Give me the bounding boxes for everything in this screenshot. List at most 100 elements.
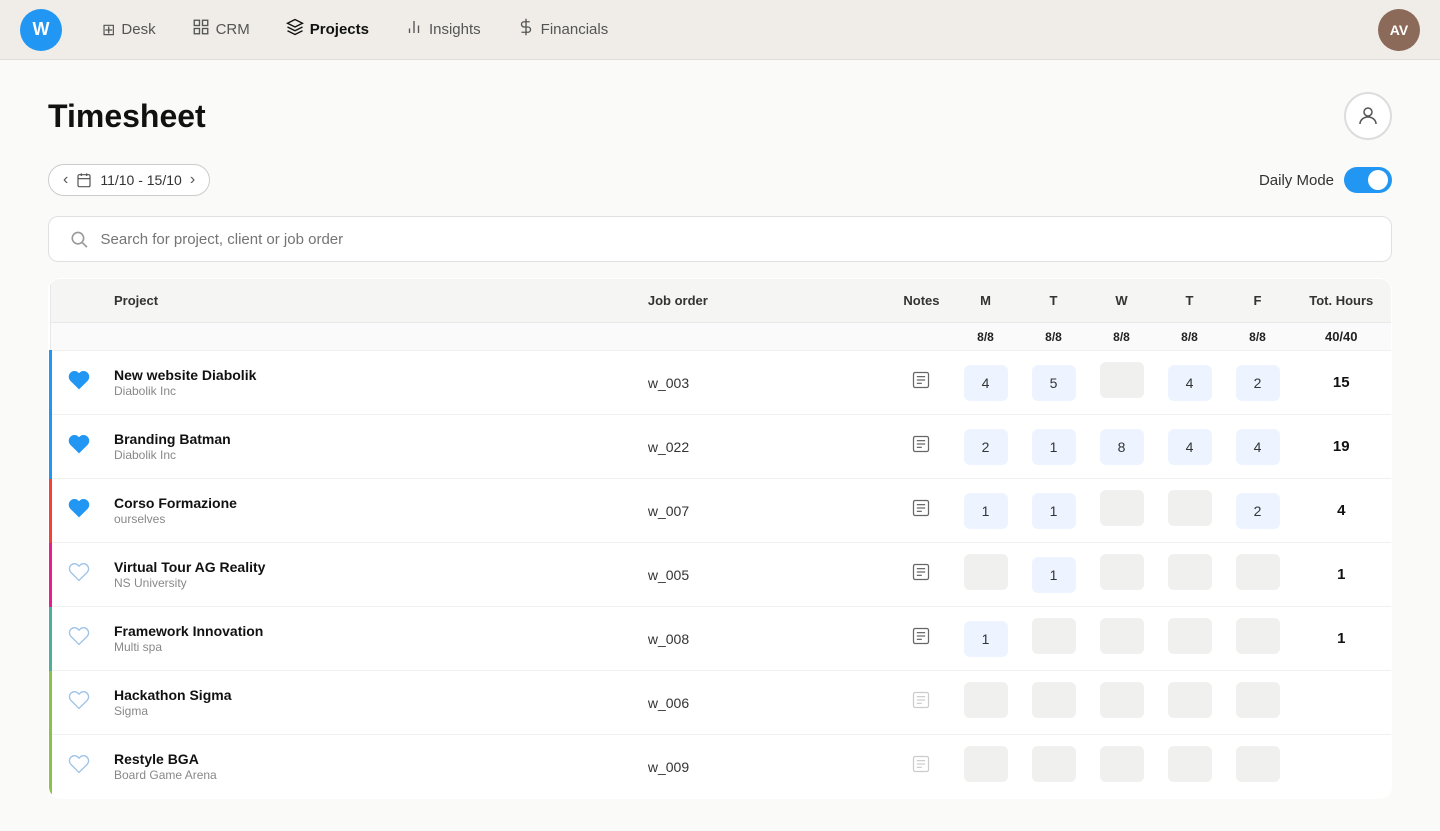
notes-cell[interactable] <box>891 735 951 799</box>
nav-insights[interactable]: Insights <box>389 10 497 49</box>
favorite-cell[interactable] <box>56 543 102 607</box>
nav-financials[interactable]: Financials <box>501 10 625 49</box>
nav-projects[interactable]: Projects <box>270 10 385 49</box>
day-cell-m[interactable]: 1 <box>952 607 1020 671</box>
total-cell: 1 <box>1292 543 1392 607</box>
favorite-cell[interactable] <box>56 735 102 799</box>
favorite-cell[interactable] <box>56 671 102 735</box>
project-col-header: Project <box>102 279 636 323</box>
table-header-row: Project Job order Notes M T W T F Tot. H… <box>50 279 1392 323</box>
day-cell-th[interactable] <box>1156 607 1224 671</box>
projects-icon <box>286 18 304 41</box>
table-body: New website Diabolik Diabolik Inc w_003 … <box>50 351 1392 799</box>
page-header: Timesheet <box>48 92 1392 140</box>
m-hours-summary: 8/8 <box>952 323 1020 351</box>
day-cell-f[interactable] <box>1224 607 1292 671</box>
nav-crm[interactable]: CRM <box>176 10 266 49</box>
day-cell-m[interactable]: 1 <box>952 479 1020 543</box>
job-order-cell: w_008 <box>636 607 892 671</box>
project-cell: Branding Batman Diabolik Inc <box>102 415 636 479</box>
user-avatar[interactable]: AV <box>1378 9 1420 51</box>
page-title: Timesheet <box>48 98 206 135</box>
t1-col-header: T <box>1020 279 1088 323</box>
daily-mode-toggle[interactable] <box>1344 167 1392 193</box>
day-cell-m[interactable]: 2 <box>952 415 1020 479</box>
favorite-cell[interactable] <box>56 479 102 543</box>
project-cell: Framework Innovation Multi spa <box>102 607 636 671</box>
day-cell-t[interactable] <box>1020 671 1088 735</box>
user-button[interactable] <box>1344 92 1392 140</box>
day-cell-m[interactable]: 4 <box>952 351 1020 415</box>
day-cell-t[interactable]: 1 <box>1020 415 1088 479</box>
day-cell-th[interactable]: 4 <box>1156 415 1224 479</box>
date-controls: ‹ 11/10 - 15/10 › Daily Mode <box>48 164 1392 196</box>
nav-desk[interactable]: ⊞ Desk <box>86 12 172 48</box>
notes-cell[interactable] <box>891 415 951 479</box>
next-date-button[interactable]: › <box>190 171 195 189</box>
date-range-label: 11/10 - 15/10 <box>100 172 181 188</box>
notes-cell[interactable] <box>891 671 951 735</box>
day-cell-m[interactable] <box>952 735 1020 799</box>
day-cell-f[interactable] <box>1224 543 1292 607</box>
job-order-cell: w_022 <box>636 415 892 479</box>
user-icon <box>1356 104 1380 128</box>
day-cell-th[interactable] <box>1156 479 1224 543</box>
job-order-cell: w_007 <box>636 479 892 543</box>
total-col-header: Tot. Hours <box>1292 279 1392 323</box>
app-logo[interactable]: W <box>20 9 62 51</box>
day-cell-w[interactable] <box>1088 543 1156 607</box>
day-cell-th[interactable] <box>1156 671 1224 735</box>
day-cell-w[interactable]: 8 <box>1088 415 1156 479</box>
day-cell-f[interactable]: 2 <box>1224 479 1292 543</box>
day-cell-f[interactable] <box>1224 671 1292 735</box>
table-hours-summary-row: 8/8 8/8 8/8 8/8 8/8 40/40 <box>50 323 1392 351</box>
project-cell: Corso Formazione ourselves <box>102 479 636 543</box>
job-order-cell: w_009 <box>636 735 892 799</box>
favorite-cell[interactable] <box>56 415 102 479</box>
day-cell-m[interactable] <box>952 671 1020 735</box>
day-cell-w[interactable] <box>1088 671 1156 735</box>
day-cell-w[interactable] <box>1088 735 1156 799</box>
day-cell-t[interactable] <box>1020 735 1088 799</box>
search-bar <box>48 216 1392 262</box>
date-range-nav[interactable]: ‹ 11/10 - 15/10 › <box>48 164 210 196</box>
day-cell-f[interactable] <box>1224 735 1292 799</box>
prev-date-button[interactable]: ‹ <box>63 171 68 189</box>
day-cell-w[interactable] <box>1088 479 1156 543</box>
day-cell-w[interactable] <box>1088 607 1156 671</box>
table-row: Corso Formazione ourselves w_007 1 1 2 4 <box>50 479 1392 543</box>
day-cell-th[interactable] <box>1156 543 1224 607</box>
navbar: W ⊞ Desk CRM Projects Insights <box>0 0 1440 60</box>
day-cell-t[interactable]: 1 <box>1020 479 1088 543</box>
day-cell-f[interactable]: 2 <box>1224 351 1292 415</box>
day-cell-t[interactable] <box>1020 607 1088 671</box>
notes-cell[interactable] <box>891 351 951 415</box>
total-cell: 1 <box>1292 607 1392 671</box>
project-cell: Hackathon Sigma Sigma <box>102 671 636 735</box>
job-order-col-header: Job order <box>636 279 892 323</box>
notes-cell[interactable] <box>891 607 951 671</box>
insights-icon <box>405 18 423 41</box>
project-cell: New website Diabolik Diabolik Inc <box>102 351 636 415</box>
fav-col <box>56 279 102 323</box>
favorite-cell[interactable] <box>56 607 102 671</box>
day-cell-w[interactable] <box>1088 351 1156 415</box>
total-cell <box>1292 735 1392 799</box>
t2-col-header: T <box>1156 279 1224 323</box>
day-cell-th[interactable]: 4 <box>1156 351 1224 415</box>
day-cell-t[interactable]: 1 <box>1020 543 1088 607</box>
table-row: Virtual Tour AG Reality NS University w_… <box>50 543 1392 607</box>
search-input[interactable] <box>101 231 1371 248</box>
job-order-cell: w_006 <box>636 671 892 735</box>
job-order-cell: w_003 <box>636 351 892 415</box>
day-cell-t[interactable]: 5 <box>1020 351 1088 415</box>
f-hours-summary: 8/8 <box>1224 323 1292 351</box>
day-cell-m[interactable] <box>952 543 1020 607</box>
favorite-cell[interactable] <box>56 351 102 415</box>
day-cell-f[interactable]: 4 <box>1224 415 1292 479</box>
toggle-knob <box>1368 170 1388 190</box>
notes-cell[interactable] <box>891 543 951 607</box>
day-cell-th[interactable] <box>1156 735 1224 799</box>
notes-cell[interactable] <box>891 479 951 543</box>
main-content: Timesheet ‹ 11/10 - 15/10 › Daily Mode <box>0 60 1440 831</box>
